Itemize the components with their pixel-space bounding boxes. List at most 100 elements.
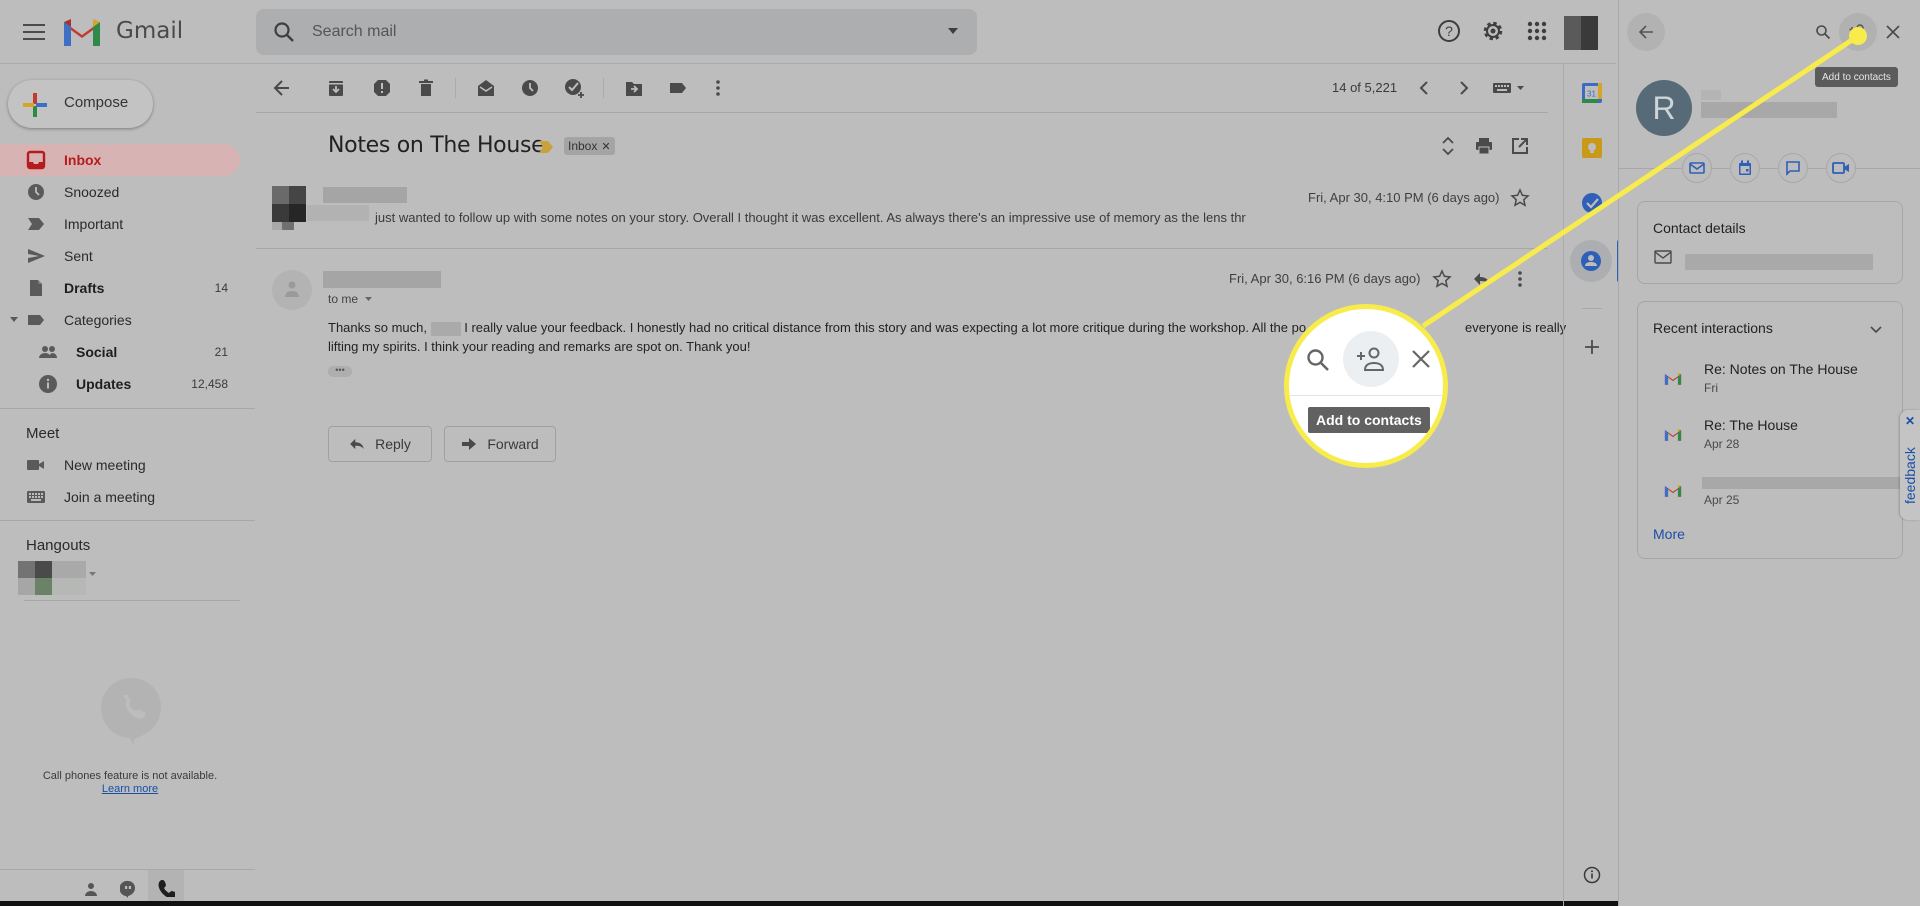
sidebar-item-social[interactable]: Social 21 — [0, 336, 240, 368]
reply-icon — [350, 438, 364, 450]
hamburger-icon[interactable] — [18, 16, 50, 48]
sender-name-blurred — [323, 271, 441, 288]
report-spam-icon[interactable] — [370, 76, 394, 100]
more-vert-icon[interactable] — [706, 76, 730, 100]
contacts-addon-button[interactable] — [1570, 240, 1612, 282]
gmail-logo[interactable] — [62, 16, 102, 48]
interaction-item[interactable]: Apr 25 — [1652, 473, 1902, 513]
interaction-date: Fri — [1704, 381, 1718, 395]
label-icon[interactable] — [666, 76, 690, 100]
search-bar[interactable] — [256, 9, 977, 55]
recipients[interactable]: to me — [328, 292, 373, 306]
video-call-button[interactable] — [1826, 153, 1856, 183]
account-avatar[interactable] — [1564, 16, 1598, 50]
hangouts-chat-icon[interactable] — [117, 878, 139, 900]
search-input[interactable] — [312, 19, 912, 45]
close-icon[interactable] — [1883, 22, 1903, 42]
sidebar-item-drafts[interactable]: Drafts 14 — [0, 272, 240, 304]
divider — [24, 600, 240, 601]
snooze-icon[interactable] — [518, 76, 542, 100]
google-tasks-icon[interactable] — [1581, 192, 1603, 214]
print-icon[interactable] — [1472, 134, 1496, 158]
newer-chevron-left-icon[interactable] — [1412, 76, 1436, 100]
google-keep-icon[interactable] — [1581, 137, 1603, 159]
join-meeting-item[interactable]: Join a meeting — [0, 481, 240, 513]
learn-more-link[interactable]: Learn more — [102, 783, 158, 795]
archive-icon[interactable] — [324, 76, 348, 100]
feedback-tab[interactable]: ✕ feedback — [1900, 410, 1920, 520]
mail-icon — [1689, 162, 1705, 174]
star-icon[interactable] — [1430, 267, 1454, 291]
back-icon[interactable] — [270, 76, 294, 100]
forward-label: Forward — [487, 436, 539, 452]
meet-section-title: Meet — [26, 425, 60, 442]
person-add-icon — [1356, 346, 1386, 372]
divider — [256, 248, 1548, 249]
mark-unread-icon[interactable] — [474, 76, 498, 100]
interaction-item[interactable]: Re: The House Apr 28 — [1652, 417, 1902, 457]
body-text: I really value your feedback. I honestly… — [464, 320, 1307, 335]
delete-icon[interactable] — [414, 76, 438, 100]
contact-email-blurred[interactable] — [1685, 254, 1873, 270]
more-interactions-link[interactable]: More — [1653, 526, 1685, 542]
chat-button[interactable] — [1778, 153, 1808, 183]
reply-button[interactable]: Reply — [328, 426, 432, 462]
contact-avatar: R — [1636, 80, 1692, 136]
sidebar-item-inbox[interactable]: Inbox — [0, 144, 240, 176]
sidebar-item-categories[interactable]: Categories — [0, 304, 240, 336]
gear-icon[interactable] — [1478, 16, 1508, 46]
close-feedback-icon[interactable]: ✕ — [1905, 414, 1915, 428]
expand-caret-icon[interactable] — [10, 317, 18, 323]
new-meeting-item[interactable]: New meeting — [0, 449, 240, 481]
status-caret-icon[interactable] — [89, 572, 96, 577]
message-snippet[interactable]: just wanted to follow up with some notes… — [375, 210, 1246, 225]
forward-button[interactable]: Forward — [444, 426, 556, 462]
add-to-contacts-button[interactable] — [1839, 13, 1877, 51]
important-marker-icon[interactable] — [538, 140, 554, 154]
label-chip-text: Inbox — [568, 139, 598, 153]
help-icon[interactable]: ? — [1434, 16, 1464, 46]
panel-back-button[interactable] — [1627, 13, 1665, 51]
more-vert-icon[interactable] — [1508, 267, 1532, 291]
older-chevron-right-icon[interactable] — [1452, 76, 1476, 100]
contacts-person-icon[interactable] — [80, 878, 102, 900]
expand-all-icon[interactable] — [1436, 134, 1460, 158]
divider — [1619, 168, 1920, 169]
add-to-contacts-button-magnified — [1343, 331, 1399, 387]
sidebar-item-important[interactable]: Important — [0, 208, 240, 240]
message-date: Fri, Apr 30, 4:10 PM (6 days ago) — [1308, 190, 1500, 205]
sidebar-item-snoozed[interactable]: Snoozed — [0, 176, 240, 208]
schedule-event-button[interactable] — [1730, 153, 1760, 183]
add-task-icon[interactable] — [562, 76, 586, 100]
call-unavailable-text: Call phones feature is not available. — [42, 770, 218, 782]
reply-icon[interactable] — [1470, 267, 1494, 291]
show-trimmed-content-button[interactable]: ••• — [328, 366, 352, 377]
search-options-caret-icon[interactable] — [947, 27, 959, 35]
search-icon[interactable] — [272, 20, 296, 44]
side-panel-strip: 31 — [1563, 64, 1621, 906]
person-add-icon — [1849, 23, 1867, 39]
people-icon — [38, 342, 58, 362]
collapse-chevron-icon[interactable] — [1868, 322, 1884, 338]
sidebar-item-sent[interactable]: Sent — [0, 240, 240, 272]
remove-label-icon[interactable]: ✕ — [601, 140, 610, 153]
star-icon[interactable] — [1508, 186, 1532, 210]
send-email-button[interactable] — [1682, 153, 1712, 183]
get-addons-plus-icon[interactable] — [1582, 337, 1602, 357]
message-body-line-2: lifting my spirits. I think your reading… — [328, 339, 751, 354]
search-icon[interactable] — [1813, 22, 1833, 42]
move-to-icon[interactable] — [622, 76, 646, 100]
apps-grid-icon[interactable] — [1522, 16, 1552, 46]
info-outline-icon[interactable] — [1581, 864, 1603, 886]
interaction-date: Apr 28 — [1704, 437, 1740, 451]
input-tools-keyboard-icon[interactable] — [1490, 76, 1530, 100]
interaction-title: Re: The House — [1704, 417, 1798, 433]
google-calendar-icon[interactable]: 31 — [1581, 82, 1603, 104]
interaction-item[interactable]: Re: Notes on The House Fri — [1652, 361, 1902, 401]
callout-tooltip: Add to contacts — [1308, 407, 1430, 433]
open-new-window-icon[interactable] — [1508, 134, 1532, 158]
sidebar-item-updates[interactable]: Updates 12,458 — [0, 368, 240, 400]
hangouts-user-avatar[interactable] — [18, 561, 86, 595]
sender-name-blurred — [323, 187, 407, 203]
compose-button[interactable]: Compose — [8, 80, 153, 128]
